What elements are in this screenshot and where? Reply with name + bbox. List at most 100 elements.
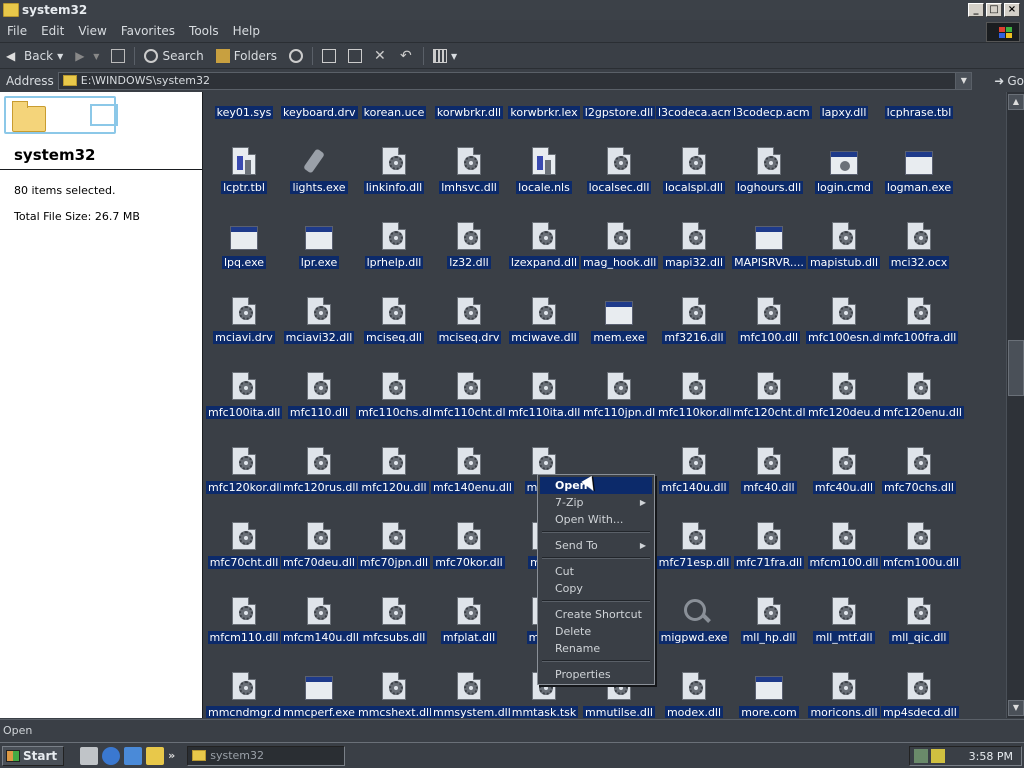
file-item[interactable]: mfc110jpn.dll (581, 372, 661, 442)
file-item[interactable]: mciwave.dll (506, 297, 582, 367)
file-item[interactable]: mfc70deu.dll (281, 522, 357, 592)
file-item[interactable]: mf3216.dll (656, 297, 732, 367)
show-desktop-icon[interactable] (80, 746, 99, 765)
minimize-button[interactable]: _ (968, 3, 984, 17)
copy-to-button[interactable] (342, 45, 368, 67)
file-item[interactable]: mfc70cht.dll (206, 522, 282, 592)
menu-edit[interactable]: Edit (34, 24, 71, 38)
file-item[interactable]: mfc71fra.dll (731, 522, 807, 592)
file-item[interactable]: mciavi32.dll (281, 297, 357, 367)
menu-send-to[interactable]: Send To ▶ (540, 537, 652, 554)
menu-open-with[interactable]: Open With... (540, 511, 652, 528)
file-item[interactable]: mll_qic.dll (881, 597, 957, 667)
start-button[interactable]: Start (2, 745, 65, 766)
file-item[interactable]: lapxy.dll (806, 92, 882, 142)
file-item[interactable]: modex.dll (656, 672, 732, 718)
taskbar-item-system32[interactable]: system32 (187, 745, 346, 766)
file-item[interactable]: mfc110cht.dll (431, 372, 511, 442)
scroll-down-button[interactable]: ▼ (1008, 700, 1024, 716)
file-item[interactable]: mfcm140u.dll (281, 597, 361, 667)
file-item[interactable]: mag_hook.dll (581, 222, 659, 292)
scroll-up-button[interactable]: ▲ (1008, 94, 1024, 110)
undo-button[interactable]: ↶ (394, 45, 420, 67)
file-item[interactable]: mfc110ita.dll (506, 372, 583, 442)
file-item[interactable]: mapistub.dll (806, 222, 882, 292)
file-item[interactable]: korean.uce (356, 92, 432, 142)
file-item[interactable]: mfc110.dll (281, 372, 357, 442)
delete-button[interactable]: ✕ (368, 45, 394, 67)
menu-favorites[interactable]: Favorites (114, 24, 182, 38)
menu-cut[interactable]: Cut (540, 563, 652, 580)
menu-tools[interactable]: Tools (182, 24, 226, 38)
menu-7zip[interactable]: 7-Zip ▶ (540, 494, 652, 511)
file-item[interactable]: mfc100esn.dll (806, 297, 888, 367)
maximize-button[interactable]: □ (986, 3, 1002, 17)
menu-help[interactable]: Help (226, 24, 267, 38)
file-item[interactable]: MAPISRVR.... (731, 222, 807, 292)
file-item[interactable]: mfc100ita.dll (206, 372, 283, 442)
file-item[interactable]: mciavi.drv (206, 297, 282, 367)
vertical-scrollbar[interactable]: ▲ ▼ (1006, 92, 1024, 718)
file-item[interactable]: mfc120deu.dll (806, 372, 889, 442)
views-button[interactable]: ▼ (427, 45, 463, 67)
file-item[interactable]: mfc70jpn.dll (356, 522, 432, 592)
menu-view[interactable]: View (71, 24, 113, 38)
file-item[interactable]: mapi32.dll (656, 222, 732, 292)
file-item[interactable]: mmcshext.dll (356, 672, 435, 718)
file-item[interactable]: mp4sdecd.dll (881, 672, 959, 718)
file-item[interactable]: mfc120cht.dll (731, 372, 811, 442)
file-item[interactable]: moricons.dll (806, 672, 882, 718)
file-item[interactable]: l3codeca.acm (656, 92, 737, 142)
file-item[interactable]: lz32.dll (431, 222, 507, 292)
file-item[interactable]: mfcm110.dll (206, 597, 282, 667)
forward-button[interactable]: ▶ ▼ (69, 45, 105, 67)
file-item[interactable]: lzexpand.dll (506, 222, 582, 292)
file-item[interactable]: locale.nls (506, 147, 582, 217)
file-item[interactable]: logman.exe (881, 147, 957, 217)
go-button[interactable]: ➜ Go (994, 74, 1024, 88)
menu-file[interactable]: File (0, 24, 34, 38)
file-item[interactable]: l3codecp.acm (731, 92, 812, 142)
file-item[interactable]: mmcperf.exe (281, 672, 357, 718)
file-item[interactable]: migpwd.exe (656, 597, 732, 667)
file-item[interactable]: lpq.exe (206, 222, 282, 292)
menu-rename[interactable]: Rename (540, 640, 652, 657)
file-item[interactable]: mciseq.dll (356, 297, 432, 367)
file-item[interactable]: mem.exe (581, 297, 657, 367)
file-item[interactable]: more.com (731, 672, 807, 718)
file-item[interactable]: key01.sys (206, 92, 282, 142)
file-item[interactable]: lcptr.tbl (206, 147, 282, 217)
file-item[interactable]: mfc120u.dll (356, 447, 432, 517)
file-item[interactable]: localsec.dll (581, 147, 657, 217)
file-item[interactable]: mfc40.dll (731, 447, 807, 517)
menu-create-shortcut[interactable]: Create Shortcut (540, 606, 652, 623)
file-item[interactable]: mfplat.dll (431, 597, 507, 667)
file-item[interactable]: mfc110chs.dll (356, 372, 437, 442)
file-item[interactable]: login.cmd (806, 147, 882, 217)
network-icon[interactable] (914, 749, 928, 763)
volume-icon[interactable] (931, 749, 945, 763)
file-item[interactable]: lpr.exe (281, 222, 357, 292)
file-item[interactable]: mfc70chs.dll (881, 447, 957, 517)
file-item[interactable]: mfc120kor.dll (206, 447, 285, 517)
file-item[interactable]: mfc140enu.dll (431, 447, 514, 517)
history-button[interactable] (283, 45, 309, 67)
explorer-icon[interactable] (146, 746, 165, 765)
file-item[interactable]: mciseq.drv (431, 297, 507, 367)
file-item[interactable]: lprhelp.dll (356, 222, 432, 292)
quicklaunch-chevron-icon[interactable]: » (168, 749, 175, 762)
folders-button[interactable]: Folders (210, 45, 283, 67)
close-button[interactable]: × (1004, 3, 1020, 17)
file-item[interactable]: lcphrase.tbl (881, 92, 957, 142)
file-item[interactable]: keyboard.drv (281, 92, 358, 142)
file-item[interactable]: lights.exe (281, 147, 357, 217)
file-item[interactable]: mfcsubs.dll (356, 597, 432, 667)
file-item[interactable]: mfc100.dll (731, 297, 807, 367)
file-item[interactable]: mfcm100u.dll (881, 522, 961, 592)
menu-copy[interactable]: Copy (540, 580, 652, 597)
file-item[interactable]: loghours.dll (731, 147, 807, 217)
file-item[interactable]: mfc110kor.dll (656, 372, 735, 442)
up-folder-button[interactable] (105, 45, 131, 67)
file-item[interactable]: mll_mtf.dll (806, 597, 882, 667)
file-item[interactable]: linkinfo.dll (356, 147, 432, 217)
